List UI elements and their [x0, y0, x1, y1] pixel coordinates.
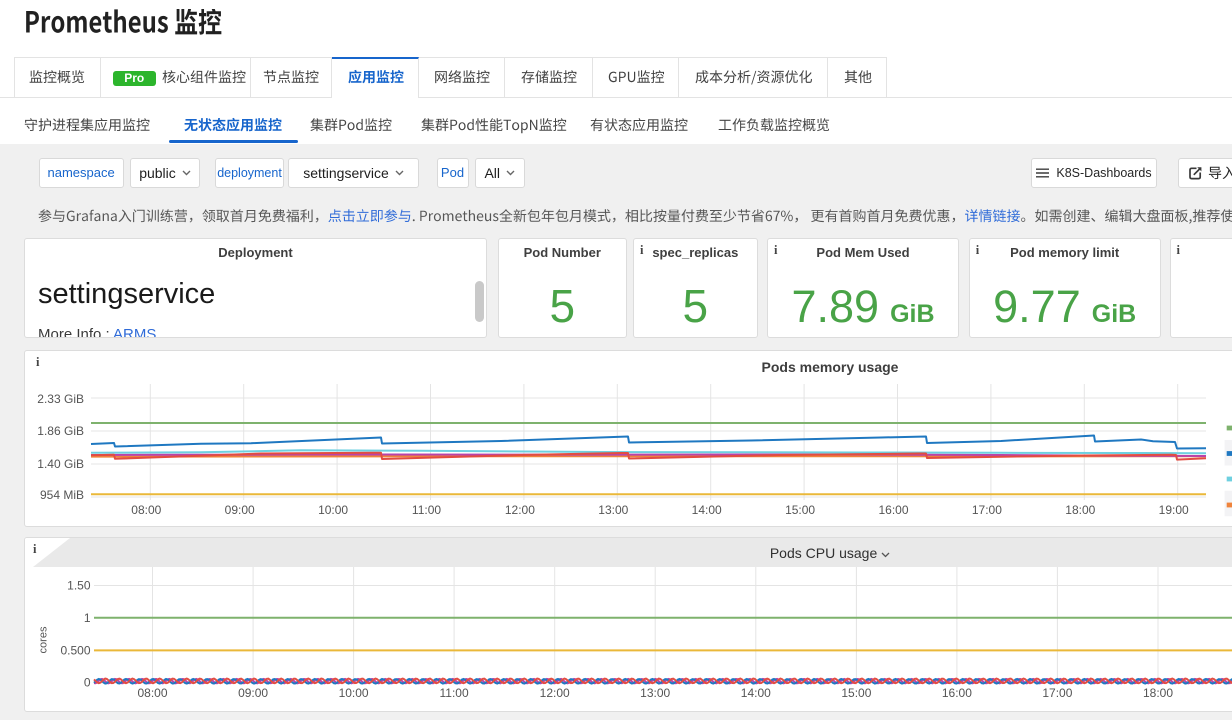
svg-text:1.50: 1.50 — [67, 578, 91, 592]
svg-text:16:00: 16:00 — [942, 686, 972, 700]
svg-text:14:00: 14:00 — [741, 686, 771, 700]
svg-text:12:00: 12:00 — [540, 686, 570, 700]
svg-text:15:00: 15:00 — [785, 503, 815, 517]
svg-text:09:00: 09:00 — [225, 503, 255, 517]
svg-text:1.86 GiB: 1.86 GiB — [37, 424, 84, 438]
svg-text:15:00: 15:00 — [841, 686, 871, 700]
svg-text:1.40 GiB: 1.40 GiB — [37, 457, 84, 471]
svg-text:19:00: 19:00 — [1159, 503, 1189, 517]
svg-text:17:00: 17:00 — [972, 503, 1002, 517]
svg-text:0.500: 0.500 — [60, 644, 90, 658]
svg-text:954 MiB: 954 MiB — [40, 488, 84, 502]
svg-text:17:00: 17:00 — [1042, 686, 1072, 700]
svg-text:11:00: 11:00 — [412, 503, 441, 517]
svg-text:09:00: 09:00 — [238, 686, 268, 700]
svg-text:2.33 GiB: 2.33 GiB — [37, 392, 84, 406]
svg-text:08:00: 08:00 — [137, 686, 167, 700]
svg-text:16:00: 16:00 — [878, 503, 908, 517]
svg-text:18:00: 18:00 — [1065, 503, 1095, 517]
svg-text:11:00: 11:00 — [440, 686, 469, 700]
svg-text:1: 1 — [84, 611, 91, 625]
svg-text:10:00: 10:00 — [318, 503, 348, 517]
svg-text:08:00: 08:00 — [131, 503, 161, 517]
svg-text:12:00: 12:00 — [505, 503, 535, 517]
svg-text:14:00: 14:00 — [692, 503, 722, 517]
svg-text:10:00: 10:00 — [339, 686, 369, 700]
svg-text:13:00: 13:00 — [598, 503, 628, 517]
svg-text:13:00: 13:00 — [640, 686, 670, 700]
svg-text:0: 0 — [84, 676, 91, 690]
svg-text:cores: cores — [38, 626, 50, 653]
svg-text:18:00: 18:00 — [1143, 686, 1173, 700]
